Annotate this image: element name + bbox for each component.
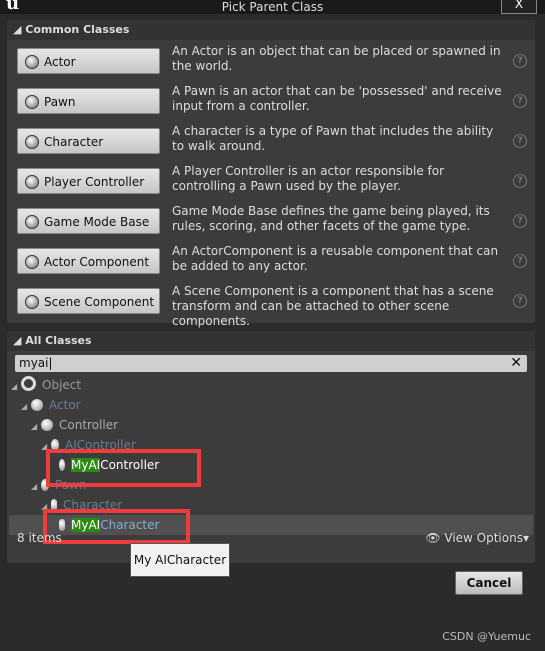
common-class-row: Player Controller A Player Controller is … bbox=[17, 164, 527, 204]
class-button-actor[interactable]: Actor bbox=[17, 48, 160, 74]
class-button-scene-component[interactable]: Scene Component bbox=[17, 288, 160, 314]
section-title: All Classes bbox=[25, 334, 92, 347]
eye-icon: 👁 bbox=[425, 531, 441, 545]
common-class-row: Scene Component A Scene Component is a co… bbox=[17, 284, 527, 328]
class-button-pawn[interactable]: Pawn bbox=[17, 88, 160, 114]
section-title: Common Classes bbox=[25, 23, 130, 36]
close-button[interactable]: X bbox=[501, 0, 537, 14]
tree-label: Controller bbox=[59, 418, 119, 432]
tree-item-actor[interactable]: ◢ Actor bbox=[21, 395, 81, 415]
button-label: Scene Component bbox=[44, 295, 155, 309]
unreal-logo: u bbox=[6, 0, 20, 14]
help-icon[interactable]: ? bbox=[513, 54, 527, 68]
item-count: 8 items bbox=[17, 531, 62, 545]
class-icon bbox=[25, 175, 39, 189]
class-description: A character is a type of Pawn that inclu… bbox=[172, 124, 494, 153]
help-icon[interactable]: ? bbox=[513, 294, 527, 308]
help-icon[interactable]: ? bbox=[513, 94, 527, 108]
tree-label: Actor bbox=[49, 398, 81, 412]
help-icon[interactable]: ? bbox=[513, 134, 527, 148]
button-label: Actor bbox=[44, 55, 76, 69]
annotation-box bbox=[43, 509, 190, 544]
class-icon bbox=[25, 255, 39, 269]
button-label: Actor Component bbox=[44, 255, 150, 269]
common-classes-panel: ◢ Common Classes Actor An Actor is an obj… bbox=[7, 20, 535, 328]
class-description: An Actor is an object that can be placed… bbox=[172, 44, 501, 73]
button-label: Player Controller bbox=[44, 175, 145, 189]
all-classes-panel: ◢ All Classes myai| ✕ ◢ Object ◢ Actor ◢ Con… bbox=[7, 331, 535, 563]
watermark: CSDN @Yuemuc bbox=[442, 630, 531, 643]
class-button-actor-component[interactable]: Actor Component bbox=[17, 248, 160, 274]
common-classes-header[interactable]: ◢ Common Classes bbox=[7, 20, 535, 40]
view-options-label: View Options bbox=[444, 531, 523, 545]
tree-item-object[interactable]: ◢ Object bbox=[11, 375, 81, 395]
search-value: myai bbox=[19, 356, 49, 370]
title-bar: u Pick Parent Class X bbox=[0, 0, 545, 14]
class-description: Game Mode Base defines the game being pl… bbox=[172, 204, 490, 233]
annotation-box bbox=[46, 449, 201, 487]
view-options-button[interactable]: 👁 View Options▾ bbox=[425, 531, 529, 545]
button-label: Game Mode Base bbox=[44, 215, 150, 229]
common-class-row: Game Mode Base Game Mode Base defines the… bbox=[17, 204, 527, 244]
class-icon bbox=[25, 55, 39, 69]
class-button-player-controller[interactable]: Player Controller bbox=[17, 168, 160, 194]
cancel-button[interactable]: Cancel bbox=[455, 571, 523, 595]
common-class-row: Pawn A Pawn is an actor that can be 'poss… bbox=[17, 84, 527, 124]
class-description: An ActorComponent is a reusable componen… bbox=[172, 244, 499, 273]
class-icon bbox=[25, 135, 39, 149]
common-class-row: Character A character is a type of Pawn t… bbox=[17, 124, 527, 164]
controller-icon bbox=[41, 419, 53, 431]
class-description: A Player Controller is an actor responsi… bbox=[172, 164, 445, 193]
common-class-row: Actor Component An ActorComponent is a re… bbox=[17, 244, 527, 284]
button-label: Pawn bbox=[44, 95, 76, 109]
class-description: A Pawn is an actor that can be 'possesse… bbox=[172, 84, 502, 113]
all-classes-header[interactable]: ◢ All Classes bbox=[7, 331, 535, 351]
clear-search-icon[interactable]: ✕ bbox=[510, 355, 522, 372]
object-icon bbox=[21, 376, 36, 391]
button-label: Character bbox=[44, 135, 104, 149]
help-icon[interactable]: ? bbox=[513, 254, 527, 268]
class-icon bbox=[25, 95, 39, 109]
class-description: A Scene Component is a component that ha… bbox=[172, 284, 494, 328]
actor-icon bbox=[31, 399, 43, 411]
help-icon[interactable]: ? bbox=[513, 214, 527, 228]
common-class-row: Actor An Actor is an object that can be p… bbox=[17, 44, 527, 84]
search-input[interactable]: myai| ✕ bbox=[15, 355, 527, 372]
tooltip: My AICharacter bbox=[130, 543, 230, 577]
class-icon bbox=[25, 295, 39, 309]
tree-label: Object bbox=[42, 378, 82, 392]
help-icon[interactable]: ? bbox=[513, 174, 527, 188]
class-button-character[interactable]: Character bbox=[17, 128, 160, 154]
window-title: Pick Parent Class bbox=[221, 0, 324, 14]
tree-item-controller[interactable]: ◢ Controller bbox=[31, 415, 118, 435]
class-button-game-mode-base[interactable]: Game Mode Base bbox=[17, 208, 160, 234]
class-icon bbox=[25, 215, 39, 229]
